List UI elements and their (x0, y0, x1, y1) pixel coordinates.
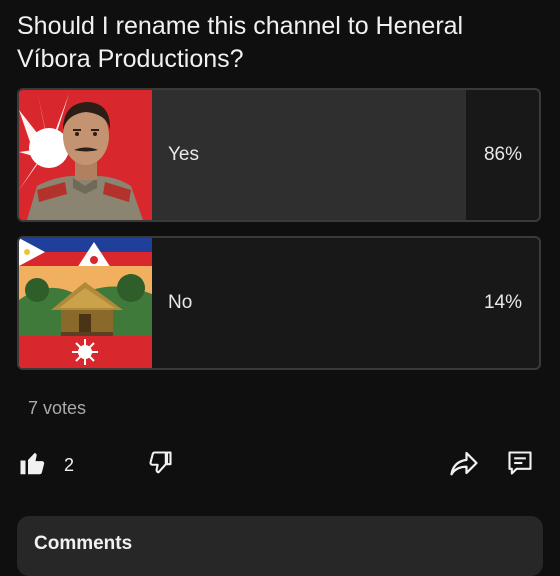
general-portrait-thumbnail (19, 90, 152, 220)
poll-question: Should I rename this channel to Heneral … (17, 12, 464, 73)
like-button[interactable]: 2 (18, 448, 74, 482)
poll-option-yes[interactable]: Yes 86% (17, 88, 541, 222)
poll-option-label: Yes (168, 144, 199, 165)
poll-option-no[interactable]: No 14% (17, 236, 541, 370)
nipa-hut-artwork-thumbnail (19, 238, 152, 368)
thumbs-down-icon (146, 449, 174, 482)
poll-option-percentage: 86% (483, 144, 522, 165)
comments-title: Comments (34, 533, 133, 554)
poll-option-percentage: 14% (483, 292, 522, 313)
dislike-button[interactable] (146, 448, 174, 482)
share-icon (448, 448, 480, 483)
share-button[interactable] (448, 448, 480, 482)
comment-icon (506, 448, 534, 483)
comment-button[interactable] (506, 448, 534, 482)
comments-panel[interactable]: Comments (17, 516, 543, 576)
thumbs-up-icon (18, 448, 48, 483)
like-count: 2 (64, 454, 75, 475)
poll-option-label: No (168, 292, 193, 313)
vote-count: 7 votes (28, 398, 87, 418)
